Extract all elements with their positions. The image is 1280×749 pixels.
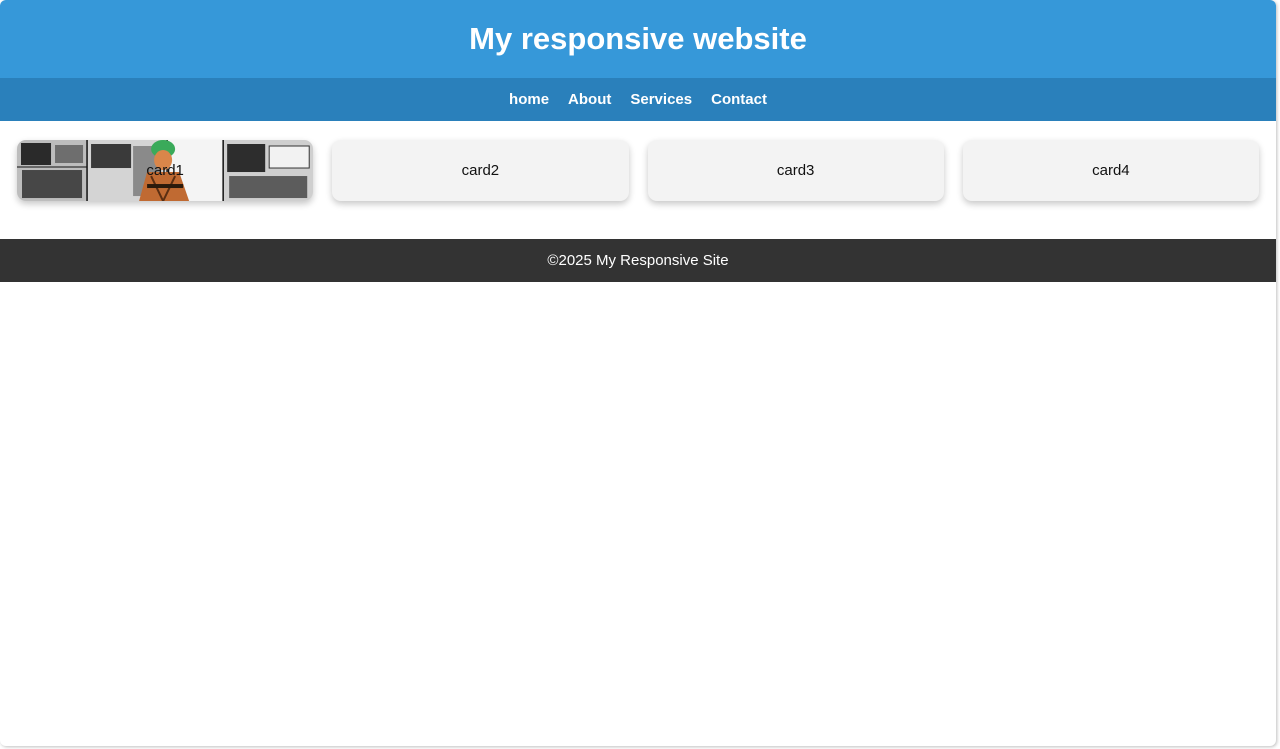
card-grid: card1 card2 card3 card4 [0, 121, 1276, 220]
site-header: My responsive website [0, 0, 1276, 78]
card-label: card1 [146, 162, 184, 179]
card-label: card2 [461, 162, 500, 179]
nav-link-about[interactable]: About [568, 91, 611, 108]
card-3[interactable]: card3 [647, 140, 944, 201]
card-label: card4 [1092, 162, 1130, 179]
browser-viewport: My responsive website home About Service… [0, 0, 1276, 746]
card-4[interactable]: card4 [962, 140, 1259, 201]
main-nav: home About Services Contact [0, 78, 1276, 121]
nav-link-services[interactable]: Services [630, 91, 692, 108]
footer-copyright: ©2025 My Responsive Site [547, 252, 729, 269]
site-footer: ©2025 My Responsive Site [0, 239, 1276, 282]
card-2[interactable]: card2 [332, 140, 629, 201]
nav-link-contact[interactable]: Contact [711, 91, 767, 108]
card-label: card3 [776, 162, 815, 179]
card-1[interactable]: card1 [17, 140, 314, 201]
nav-link-home[interactable]: home [509, 91, 549, 108]
site-title: My responsive website [469, 21, 807, 56]
